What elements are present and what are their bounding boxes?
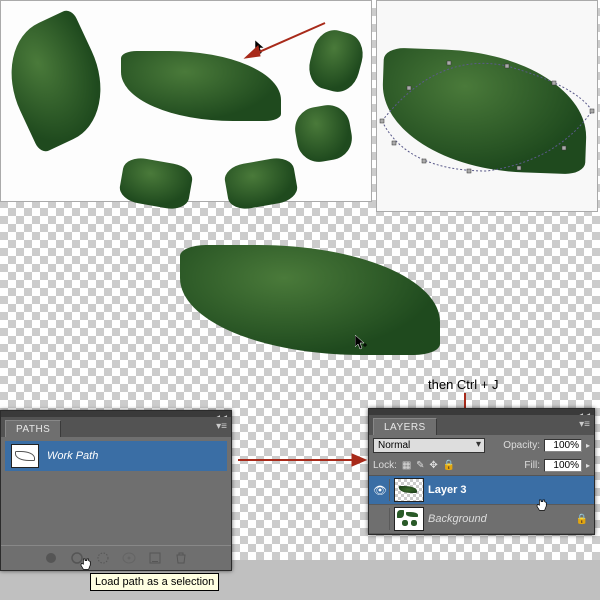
layer-name-label: Layer 3: [428, 484, 467, 496]
delete-path-icon[interactable]: [173, 551, 189, 565]
paths-tab[interactable]: PATHS: [5, 420, 61, 437]
make-work-path-icon[interactable]: [121, 551, 137, 565]
path-name-label: Work Path: [47, 450, 98, 462]
layer-thumbnail: [394, 507, 424, 531]
opacity-flyout-icon[interactable]: ▸: [586, 441, 590, 450]
move-cursor-icon: [355, 335, 367, 351]
lock-all-icon[interactable]: 🔒: [442, 460, 454, 471]
leaf-selection-closeup: [376, 0, 598, 212]
load-path-selection-icon[interactable]: [95, 551, 111, 565]
panel-menu-icon[interactable]: ▾≡: [579, 419, 590, 430]
paths-panel-footer: [1, 545, 231, 570]
hand-cursor-icon: [80, 557, 92, 573]
new-path-icon[interactable]: [147, 551, 163, 565]
tooltip: Load path as a selection: [90, 573, 219, 591]
layer-row-background[interactable]: Background 🔒: [369, 505, 594, 534]
extracted-leaf: [180, 245, 440, 355]
fill-label: Fill:: [524, 460, 540, 471]
red-arrow-1: [240, 18, 330, 63]
lock-icon: 🔒: [576, 514, 588, 525]
blend-mode-dropdown[interactable]: Normal: [373, 438, 485, 453]
lock-label: Lock:: [373, 460, 397, 471]
lock-transparency-icon[interactable]: ▦: [402, 460, 411, 471]
opacity-input[interactable]: 100%: [544, 439, 582, 452]
fill-flyout-icon[interactable]: ▸: [586, 461, 590, 470]
paths-panel: ◀◀ PATHS ▾≡ Work Path: [0, 410, 232, 571]
red-arrow-right: [238, 450, 368, 470]
lock-image-icon[interactable]: ✎: [416, 460, 424, 471]
annotation-ctrl-j: then Ctrl + J: [428, 377, 498, 392]
layer-thumbnail: [394, 478, 424, 502]
layer-row-layer3[interactable]: 👁 Layer 3: [369, 476, 594, 505]
layers-panel: ◀◀ LAYERS ▾≡ Normal Opacity: 100% ▸ Lock…: [368, 408, 595, 535]
layer-name-label: Background: [428, 513, 487, 525]
visibility-eye-icon[interactable]: 👁: [373, 484, 387, 497]
path-thumbnail: [11, 444, 39, 468]
lock-icons-group: ▦ ✎ ✥ 🔒: [401, 460, 456, 471]
layers-tab[interactable]: LAYERS: [373, 418, 437, 435]
hand-cursor-icon: [536, 498, 548, 514]
panel-menu-icon[interactable]: ▾≡: [216, 421, 227, 432]
opacity-label: Opacity:: [503, 440, 540, 451]
work-path-item[interactable]: Work Path: [5, 441, 227, 471]
fill-path-icon[interactable]: [43, 551, 59, 565]
fill-input[interactable]: 100%: [544, 459, 582, 472]
lock-position-icon[interactable]: ✥: [429, 460, 437, 471]
